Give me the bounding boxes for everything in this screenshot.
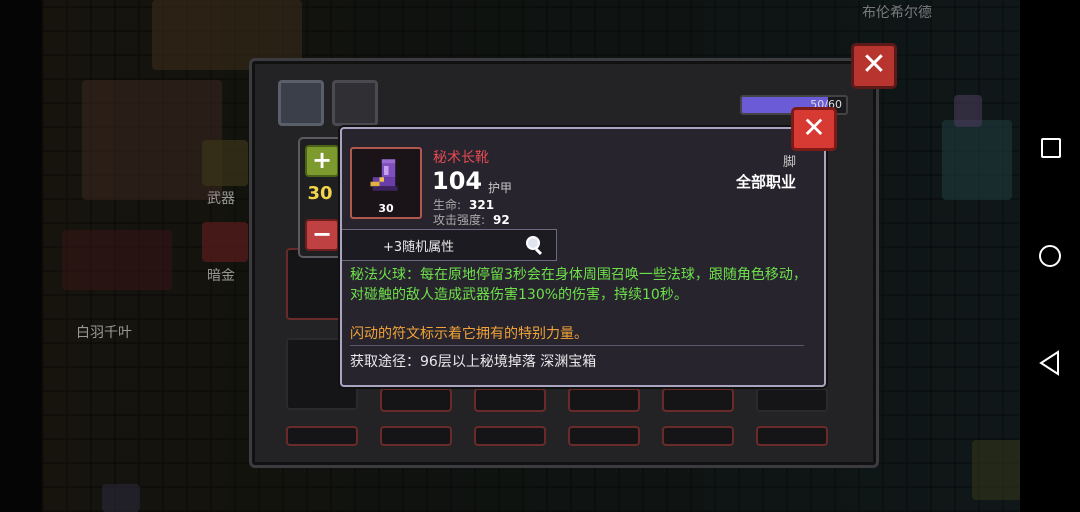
increment-button[interactable]: +: [305, 145, 339, 177]
class-restriction: 全部职业: [735, 173, 796, 191]
tab-gear[interactable]: [278, 80, 324, 126]
sidebar-weapon-icon[interactable]: [202, 140, 248, 186]
stat-label: 生命:: [433, 198, 462, 212]
inventory-slot[interactable]: [568, 388, 640, 412]
minus-icon: −: [311, 220, 333, 248]
random-attributes-row[interactable]: +3随机属性: [342, 229, 557, 261]
inventory-slot[interactable]: [568, 426, 640, 446]
item-icon-frame: 30: [350, 147, 422, 219]
scenery-npc-right: [942, 120, 1012, 200]
inventory-slot[interactable]: [380, 388, 452, 412]
close-icon: ✕: [861, 47, 887, 82]
npc-quest-marker-icon: [954, 95, 982, 127]
stat-label: 攻击强度:: [433, 213, 486, 227]
item-main-stat-type: 护甲: [488, 181, 513, 195]
item-effect-description: 秘法火球：每在原地停留3秒会在身体周围召唤一些法球，跟随角色移动，对碰触的敌人造…: [350, 267, 807, 303]
bottom-menu-icon[interactable]: [102, 484, 140, 512]
inventory-slot[interactable]: [380, 426, 452, 446]
item-rune-description: 闪动的符文标示着它拥有的特别力量。: [350, 326, 588, 342]
back-icon[interactable]: [1038, 350, 1062, 376]
divider: [350, 345, 804, 346]
item-tooltip: 30 秘术长靴 104 护甲 生命: 321 攻击强度: 92 脚 全部职业 +3随…: [340, 127, 826, 387]
boots-icon: [370, 159, 398, 191]
close-icon: ✕: [802, 111, 826, 144]
scenery-rug: [62, 230, 172, 290]
inventory-slot[interactable]: [662, 388, 734, 412]
scenery-character: [82, 80, 222, 200]
stat-value: 92: [493, 213, 510, 227]
inventory-slot[interactable]: [474, 426, 546, 446]
item-source: 获取途径：96层以上秘境掉落 深渊宝箱: [350, 354, 597, 370]
stat-row: 攻击强度: 92: [433, 211, 510, 228]
screen-edge: [0, 0, 42, 512]
equipment-slot: 脚: [782, 155, 796, 170]
npc-name: 布伦希尔德: [862, 5, 932, 21]
inventory-slot[interactable]: [286, 426, 358, 446]
plus-icon: +: [311, 146, 333, 174]
tab-pets[interactable]: [332, 80, 378, 126]
home-icon[interactable]: [1039, 245, 1061, 267]
inventory-slot[interactable]: [756, 426, 828, 446]
inventory-slot[interactable]: [756, 388, 828, 412]
close-tooltip-button[interactable]: ✕: [791, 107, 837, 151]
stepper-value: 30: [307, 183, 333, 204]
scenery-character-bottom: [972, 440, 1020, 500]
magnifier-icon[interactable]: [524, 234, 546, 256]
sidebar-dark-gold-icon[interactable]: [202, 222, 248, 262]
npc-label-left: 白羽千叶: [76, 325, 132, 341]
item-name: 秘术长靴: [433, 150, 489, 166]
sidebar-dark-gold-label: 暗金: [207, 268, 235, 284]
inventory-slot[interactable]: [474, 388, 546, 412]
item-level: 30: [378, 202, 394, 215]
close-inventory-button[interactable]: ✕: [851, 43, 897, 89]
decrement-button[interactable]: −: [305, 219, 339, 251]
stat-value: 321: [469, 198, 495, 212]
recents-icon[interactable]: [1041, 138, 1061, 158]
item-main-value: 104: [432, 167, 483, 195]
random-attributes-label: +3随机属性: [383, 240, 455, 255]
inventory-slot[interactable]: [662, 426, 734, 446]
sidebar-weapon-label: 武器: [207, 191, 235, 207]
